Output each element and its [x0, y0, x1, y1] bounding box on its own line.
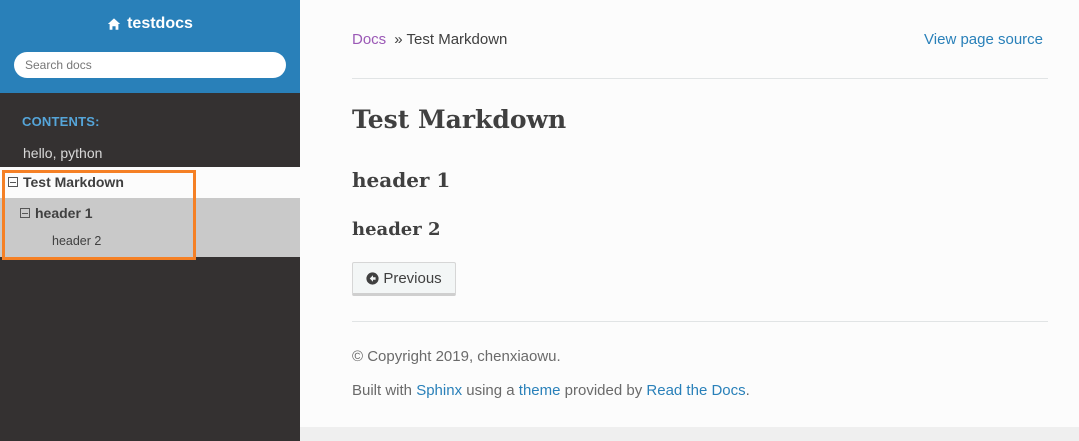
previous-button[interactable]: Previous: [352, 262, 456, 296]
built-prefix: Built with: [352, 382, 413, 399]
sidebar-item-hello-python[interactable]: hello, python: [0, 140, 300, 167]
breadcrumb-docs-link[interactable]: Docs: [352, 31, 386, 48]
breadcrumb-separator: »: [394, 31, 403, 48]
home-icon: [107, 18, 121, 30]
collapse-icon[interactable]: [20, 208, 30, 219]
read-the-docs-link[interactable]: Read the Docs: [646, 382, 745, 399]
built-using-a: using a: [466, 382, 515, 399]
footer-strip: [300, 427, 1079, 441]
sidebar-item-label: Test Markdown: [23, 174, 124, 190]
view-page-source-link[interactable]: View page source: [924, 31, 1043, 48]
toc-caption: CONTENTS:: [22, 114, 100, 129]
sidebar-item-test-markdown[interactable]: Test Markdown: [0, 167, 300, 198]
built-period: .: [745, 382, 750, 399]
sidebar-item-label: header 2: [52, 234, 102, 248]
search-input[interactable]: [14, 52, 286, 78]
project-home-link[interactable]: testdocs: [0, 15, 300, 33]
section-heading-2: header 2: [352, 219, 441, 240]
sidebar: testdocs CONTENTS: hello, python Test Ma…: [0, 0, 300, 441]
project-name: testdocs: [127, 15, 193, 32]
breadcrumb: Docs » Test Markdown: [352, 31, 507, 48]
sphinx-link[interactable]: Sphinx: [416, 382, 462, 399]
sidebar-item-header-1[interactable]: header 1: [0, 198, 300, 228]
previous-button-label: Previous: [383, 269, 442, 287]
built-with-text: Built with Sphinx using a theme provided…: [352, 382, 750, 399]
breadcrumb-current: Test Markdown: [406, 31, 508, 48]
arrow-circle-left-icon: [366, 271, 379, 285]
sidebar-item-header-2[interactable]: header 2: [0, 228, 300, 257]
sidebar-item-label: hello, python: [23, 145, 103, 161]
collapse-icon[interactable]: [8, 177, 18, 188]
divider: [352, 321, 1048, 322]
sidebar-item-label: header 1: [35, 205, 93, 221]
divider: [352, 78, 1048, 79]
section-heading-1: header 1: [352, 168, 451, 192]
page-title: Test Markdown: [352, 105, 567, 134]
sidebar-header: testdocs: [0, 0, 300, 93]
copyright-text: © Copyright 2019, chenxiaowu.: [352, 348, 561, 365]
theme-link[interactable]: theme: [519, 382, 561, 399]
main-content: Docs» Test Markdown View page source Test…: [300, 0, 1079, 427]
built-provided-by: provided by: [564, 382, 643, 399]
